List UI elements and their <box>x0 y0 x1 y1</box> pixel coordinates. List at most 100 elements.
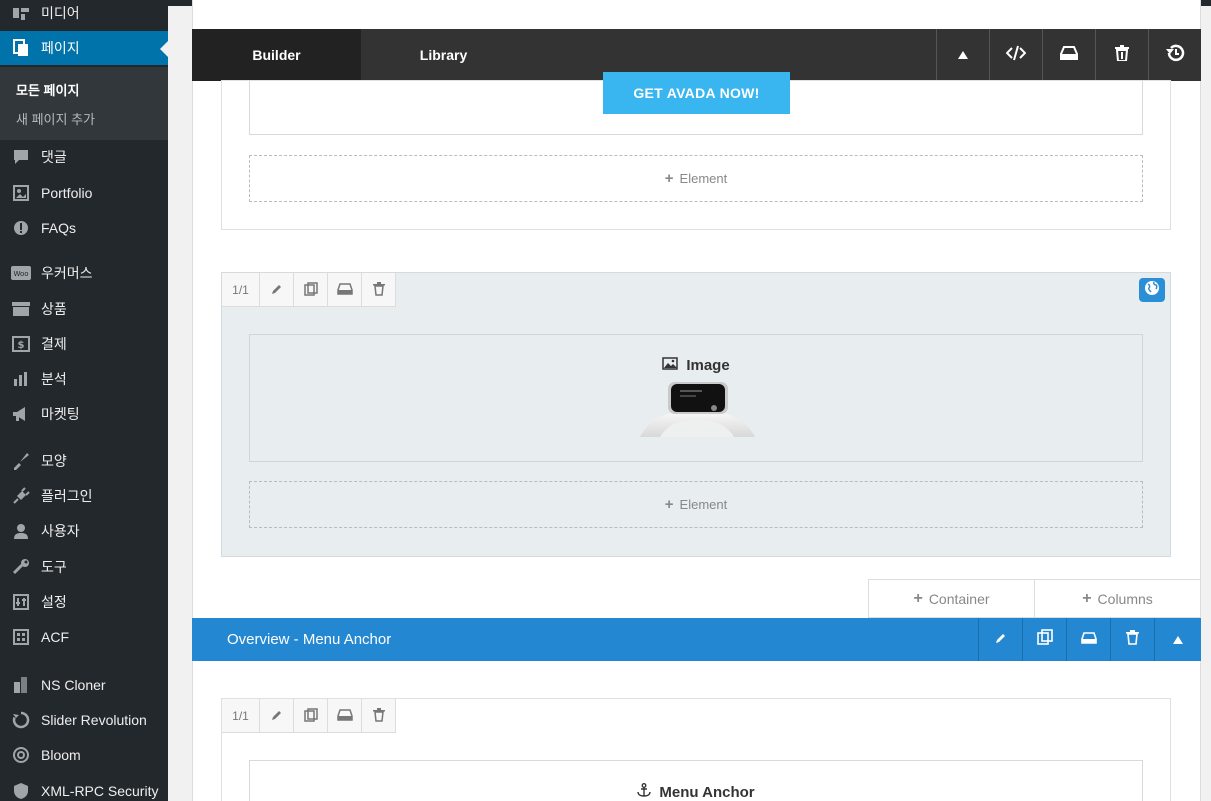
sidebar-item-xml-rpc-security[interactable]: XML-RPC Security <box>0 774 168 801</box>
clone-icon <box>303 281 318 299</box>
submenu-add-new-page[interactable]: 새 페이지 추가 <box>16 109 95 128</box>
sidebar-item-products[interactable]: 상품 <box>0 292 168 326</box>
get-avada-button[interactable]: GET AVADA NOW! <box>603 72 790 114</box>
sidebar-item-analytics[interactable]: 분석 <box>0 362 168 396</box>
drive-icon <box>1080 631 1097 649</box>
trash-icon <box>1126 629 1139 650</box>
bloom-icon <box>11 745 31 765</box>
history-button[interactable] <box>1148 29 1201 81</box>
sidebar-item-label: NS Cloner <box>41 677 106 693</box>
sidebar-item-label: FAQs <box>41 220 77 236</box>
trash-icon <box>372 707 385 725</box>
sidebar-item-label: 모양 <box>41 453 67 469</box>
column-toolbar: 1/1 <box>222 699 396 733</box>
code-view-button[interactable] <box>989 29 1042 81</box>
container-image: 1/1 Image + Element <box>221 272 1171 557</box>
sidebar-item-label: Slider Revolution <box>41 712 147 728</box>
sidebar-item-plugins[interactable]: 플러그인 <box>0 479 168 513</box>
sidebar-item-slider-revolution[interactable]: Slider Revolution <box>0 703 168 737</box>
add-element-button[interactable]: + Element <box>249 481 1143 528</box>
sidebar-item-bloom[interactable]: Bloom <box>0 738 168 772</box>
edit-column-button[interactable] <box>259 699 293 733</box>
add-columns-button[interactable]: + Columns <box>1034 579 1201 618</box>
slider-revolution-icon <box>11 710 31 730</box>
clone-column-button[interactable] <box>293 273 327 307</box>
portfolio-icon <box>11 183 31 203</box>
image-element-heading: Image <box>250 357 1142 374</box>
clone-container-button[interactable] <box>1022 618 1066 661</box>
add-element-label: Element <box>679 171 728 186</box>
sidebar-item-label: 상품 <box>41 301 67 317</box>
drive-icon <box>336 282 353 298</box>
sidebar-item-users[interactable]: 사용자 <box>0 514 168 548</box>
plus-icon: + <box>664 496 674 513</box>
analytics-icon <box>11 369 31 389</box>
sidebar-item-label: Portfolio <box>41 185 93 201</box>
admin-sidebar: 미디어 페이지 모든 페이지 새 페이지 추가 댓글 Portfolio FAQ… <box>0 0 168 801</box>
sidebar-item-label: 미디어 <box>41 5 80 21</box>
drive-icon <box>1060 45 1078 65</box>
add-element-button[interactable]: + Element <box>249 155 1143 202</box>
comments-icon <box>11 147 31 167</box>
add-columns-label: Columns <box>1097 590 1153 607</box>
tools-icon <box>11 557 31 577</box>
trash-icon <box>372 281 385 299</box>
tab-library[interactable]: Library <box>361 29 526 81</box>
delete-column-button[interactable] <box>361 699 395 733</box>
anchor-icon <box>637 783 652 801</box>
sidebar-item-payments[interactable]: $ 결제 <box>0 327 168 361</box>
sidebar-item-label: 설정 <box>41 594 67 610</box>
delete-column-button[interactable] <box>361 273 395 307</box>
save-column-button[interactable] <box>327 273 361 307</box>
sidebar-item-label: 마켓팅 <box>41 406 80 422</box>
container-title[interactable]: Overview - Menu Anchor <box>227 631 978 648</box>
column-size-button[interactable]: 1/1 <box>222 273 259 307</box>
payments-icon: $ <box>11 334 31 354</box>
image-element-card[interactable]: Image <box>249 334 1143 462</box>
sidebar-item-label: Bloom <box>41 747 81 763</box>
save-column-button[interactable] <box>327 699 361 733</box>
collapse-button[interactable] <box>936 29 989 81</box>
menu-anchor-heading: Menu Anchor <box>250 783 1142 801</box>
add-container-button[interactable]: + Container <box>868 579 1035 618</box>
svg-text:$: $ <box>18 340 25 351</box>
sidebar-item-label: 페이지 <box>41 40 80 56</box>
pages-submenu: 모든 페이지 새 페이지 추가 <box>0 67 168 140</box>
menu-anchor-element-card[interactable]: Menu Anchor <box>249 760 1143 801</box>
sidebar-item-label: ACF <box>41 629 69 645</box>
collapse-container-button[interactable] <box>1154 618 1201 661</box>
sidebar-item-portfolio[interactable]: Portfolio <box>0 176 168 210</box>
column-size-button[interactable]: 1/1 <box>222 699 259 733</box>
delete-all-button[interactable] <box>1095 29 1148 81</box>
sidebar-item-ns-cloner[interactable]: NS Cloner <box>0 668 168 702</box>
sidebar-item-pages[interactable]: 페이지 <box>0 31 168 65</box>
sidebar-item-media[interactable]: 미디어 <box>0 0 168 30</box>
clone-column-button[interactable] <box>293 699 327 733</box>
sidebar-item-faqs[interactable]: FAQs <box>0 211 168 245</box>
appearance-icon <box>11 451 31 471</box>
menu-anchor-title: Menu Anchor <box>659 783 755 801</box>
sidebar-item-comments[interactable]: 댓글 <box>0 140 168 174</box>
pages-icon <box>11 38 31 58</box>
sidebar-item-acf[interactable]: ACF <box>0 620 168 654</box>
save-container-button[interactable] <box>1066 618 1110 661</box>
delete-container-button[interactable] <box>1110 618 1154 661</box>
sidebar-item-marketing[interactable]: 마켓팅 <box>0 397 168 431</box>
plus-icon: + <box>664 170 674 187</box>
products-icon <box>11 299 31 319</box>
sidebar-item-tools[interactable]: 도구 <box>0 550 168 584</box>
save-template-button[interactable] <box>1042 29 1095 81</box>
smartwatch-thumbnail <box>640 382 755 437</box>
edit-container-button[interactable] <box>978 618 1022 661</box>
sidebar-item-woocommerce[interactable]: Woo 우커머스 <box>0 256 168 290</box>
tab-builder[interactable]: Builder <box>192 29 361 91</box>
image-icon <box>662 357 679 374</box>
edit-column-button[interactable] <box>259 273 293 307</box>
shield-icon <box>11 781 31 801</box>
sidebar-item-appearance[interactable]: 모양 <box>0 444 168 478</box>
global-element-badge[interactable] <box>1139 278 1165 302</box>
add-container-label: Container <box>928 590 990 607</box>
sidebar-item-settings[interactable]: 설정 <box>0 585 168 619</box>
submenu-all-pages[interactable]: 모든 페이지 <box>16 80 79 99</box>
image-thumbnail <box>640 382 755 437</box>
